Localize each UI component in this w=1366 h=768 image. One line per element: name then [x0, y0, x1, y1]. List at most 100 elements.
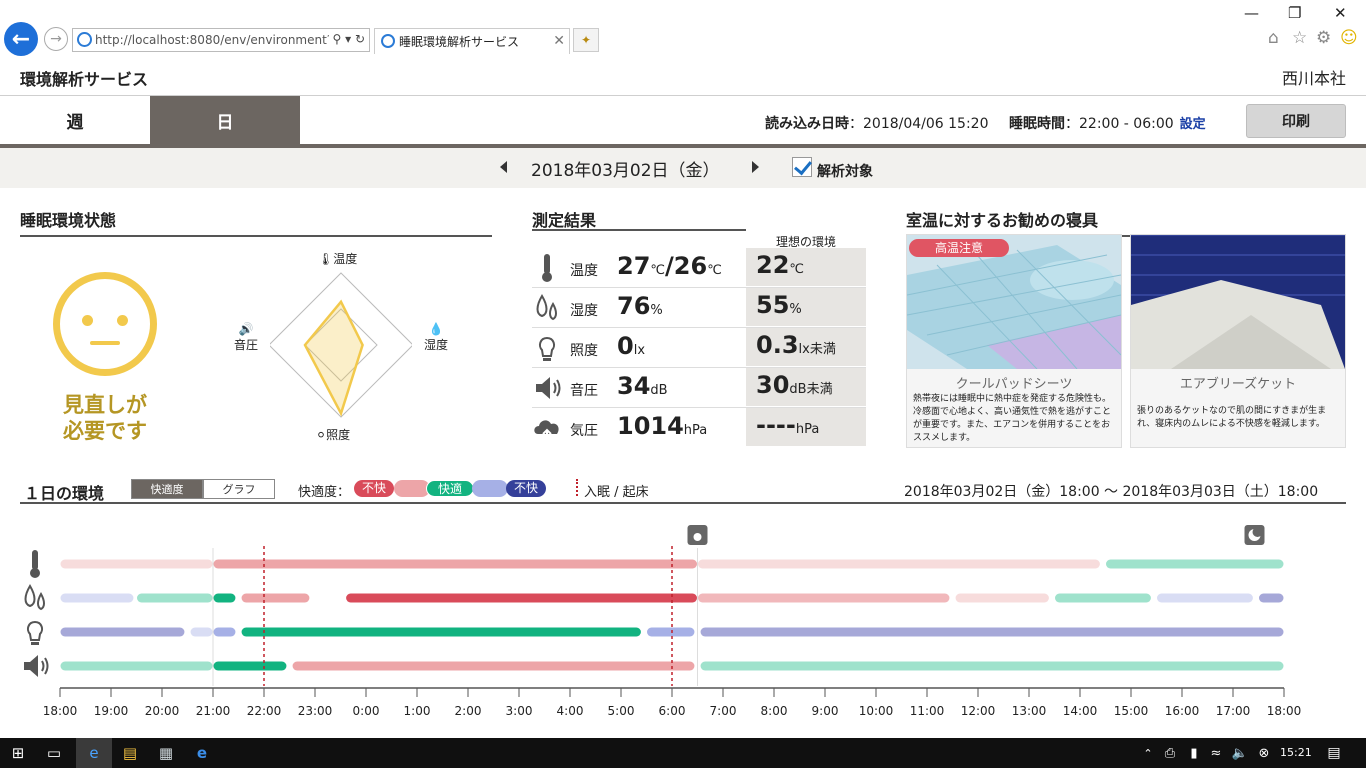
analysis-target-label: 解析対象 — [817, 164, 873, 180]
time-tick-label: 21:00 — [196, 704, 231, 718]
ie-taskbar-icon[interactable]: e — [76, 738, 112, 768]
windows-start-icon[interactable]: ⊞ — [0, 738, 36, 768]
explorer-folder-icon[interactable]: ▤ — [112, 738, 148, 768]
task-view-icon[interactable]: ▭ — [36, 738, 72, 768]
load-datetime: 読み込み日時：2018/04/06 15:20 — [765, 113, 989, 133]
taskbar-clock: 15:21 — [1280, 746, 1312, 759]
favorites-star-icon[interactable]: ☆ — [1292, 28, 1307, 48]
prev-day-icon[interactable] — [500, 161, 507, 173]
time-tick-label: 8:00 — [761, 704, 788, 718]
speaker-small-icon: 🔊 — [238, 322, 254, 336]
humidity-icon — [536, 294, 557, 321]
legend-uncomfortable-cold: 不快 — [506, 480, 546, 497]
radar-label-humidity: 💧 湿度 — [424, 322, 448, 353]
time-tick-label: 20:00 — [145, 704, 180, 718]
bulb-small-icon: ⚪ — [316, 428, 327, 442]
address-tools-icon[interactable]: ⚲ ▾ ↻ — [328, 32, 365, 46]
browser-tab[interactable]: 睡眠環境解析サービス ✕ — [374, 28, 570, 54]
ideal-value-box: 0.3lx未満 — [746, 328, 866, 366]
address-bar[interactable]: http://localhost:8080/env/environment?d … — [72, 28, 370, 52]
time-tick-label: 16:00 — [1165, 704, 1200, 718]
new-tab-button[interactable]: ✦ — [573, 28, 599, 52]
load-label: 読み込み日時 — [765, 116, 849, 132]
browser-tab-title: 睡眠環境解析サービス — [399, 35, 520, 49]
time-tick-label: 13:00 — [1012, 704, 1047, 718]
ideal-value-box: 30dB未満 — [746, 368, 866, 406]
sleep-value: ：22:00 - 06:00 — [1065, 116, 1174, 132]
time-tick-label: 5:00 — [608, 704, 635, 718]
status-message-line1: 見直しが — [63, 393, 147, 417]
error-notification-icon[interactable]: ⊗ — [1246, 738, 1282, 768]
face-mouth — [90, 341, 120, 345]
graph-toggle-button[interactable]: グラフ — [203, 479, 275, 499]
thermometer-small-icon: 🌡 — [318, 252, 334, 266]
next-day-icon[interactable] — [752, 161, 759, 173]
time-tick-label: 2:00 — [455, 704, 482, 718]
analysis-target-checkbox[interactable] — [792, 157, 812, 177]
measure-label: 気圧 — [570, 423, 598, 439]
forward-button[interactable]: → — [44, 27, 68, 51]
lightbulb-icon — [538, 336, 556, 361]
current-date: 2018年03月02日（金） — [531, 161, 720, 181]
measure-value: 1014hPa — [617, 412, 708, 440]
comfort-timeline: 18:00 19:00 20:00 21:00 22:00 23:00 0:00 1:00 2:… — [43, 525, 1301, 718]
tab-close-icon[interactable]: ✕ — [553, 33, 565, 49]
tab-week[interactable]: 週 — [0, 96, 150, 144]
store-name: 西川本社 — [1281, 69, 1346, 88]
thermometer-icon — [542, 254, 552, 282]
comfort-legend-label: 快適度： — [298, 485, 351, 500]
time-tick-label: 22:00 — [247, 704, 282, 718]
radar-label-sound: 🔊 音圧 — [234, 322, 258, 353]
measurement-title-underline — [532, 229, 746, 231]
ideal-value-box: 55% — [746, 288, 866, 326]
measure-label: 温度 — [570, 263, 598, 279]
radar-value-shape — [303, 299, 364, 417]
status-message-line2: 必要です — [63, 419, 147, 443]
home-icon[interactable]: ⌂ — [1268, 28, 1279, 48]
close-window-icon[interactable]: ✕ — [1334, 4, 1347, 22]
smiley-feedback-icon[interactable]: ☺ — [1340, 28, 1358, 48]
air-breeze-ket-image — [1131, 235, 1345, 369]
print-button[interactable]: 印刷 — [1246, 104, 1346, 138]
measure-label: 湿度 — [570, 303, 598, 319]
back-button[interactable]: ← — [4, 22, 38, 56]
back-arrow-icon: ← — [11, 26, 31, 52]
ideal-value: ----hPa — [756, 411, 820, 439]
time-tick-label: 10:00 — [859, 704, 894, 718]
restore-icon[interactable]: ❐ — [1288, 4, 1301, 22]
comfort-toggle-button[interactable]: 快適度 — [131, 479, 203, 499]
action-center-icon[interactable]: ▤ — [1316, 738, 1352, 768]
product-name: クールパッドシーツ — [955, 377, 1073, 392]
forward-arrow-icon: → — [50, 31, 62, 47]
time-tick-label: 1:00 — [404, 704, 431, 718]
sleep-label: 睡眠時間 — [1009, 116, 1065, 132]
ideal-value: 30dB未満 — [756, 371, 833, 399]
radar-label-illuminance-text: 照度 — [326, 428, 351, 442]
legend-comfortable: 快適 — [426, 480, 474, 497]
ideal-value-box: 22℃ — [746, 248, 866, 286]
cloud-pressure-icon — [534, 420, 559, 442]
edge-icon[interactable]: e — [184, 738, 220, 768]
measure-value: 34dB — [617, 372, 668, 400]
day-env-title: １日の環境 — [24, 484, 105, 503]
sleep-time: 睡眠時間：22:00 - 06:00 設定 — [1009, 113, 1206, 133]
status-message: 見直しが 必要です — [30, 392, 180, 444]
measure-row-humidity: 湿度 76% 55% — [532, 288, 866, 328]
notepad-icon[interactable]: ▦ — [148, 738, 184, 768]
measure-label: 音圧 — [570, 383, 598, 399]
tab-favicon-icon — [381, 34, 395, 48]
time-range: 2018年03月02日（金）18:00 〜 2018年03月03日（土）18:0… — [904, 484, 1319, 500]
time-tick-label: 18:00 — [43, 704, 78, 718]
time-tick-label: 11:00 — [910, 704, 945, 718]
measure-row-pressure: 気圧 1014hPa ----hPa — [532, 408, 866, 448]
day-env-divider — [20, 502, 1346, 504]
tab-day[interactable]: 日 — [150, 96, 300, 144]
load-value: ：2018/04/06 15:20 — [849, 116, 989, 132]
minimize-icon[interactable]: — — [1244, 4, 1259, 22]
settings-gear-icon[interactable]: ⚙ — [1316, 28, 1331, 48]
legend-uncomfortable-hot: 不快 — [354, 480, 394, 497]
product-card-cool-pad[interactable]: 高温注意 クールパッドシーツ 熱帯夜には睡眠中に熱中症を発症する危険性も。冷感面… — [906, 234, 1122, 448]
time-tick-label: 12:00 — [961, 704, 996, 718]
product-card-air-breeze[interactable]: エアブリーズケット 張りのあるケットなので肌の間にすきまが生まれ、寝床内のムレに… — [1130, 234, 1346, 448]
sleep-setting-link[interactable]: 設定 — [1180, 117, 1206, 132]
